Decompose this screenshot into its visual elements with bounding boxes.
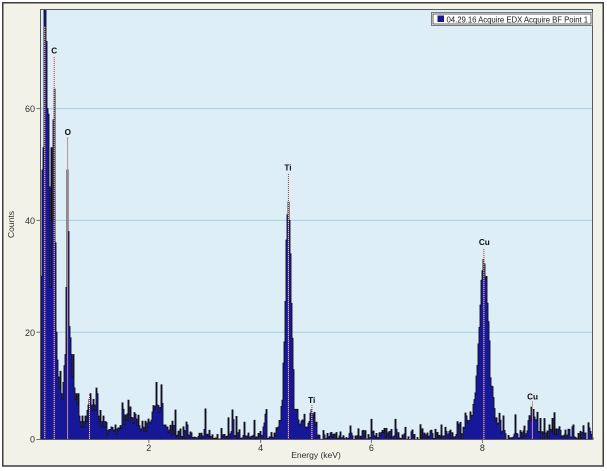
svg-text:20: 20	[25, 328, 35, 338]
svg-text:Ti: Ti	[308, 396, 315, 405]
svg-text:6: 6	[369, 443, 374, 453]
svg-text:40: 40	[25, 216, 35, 226]
svg-text:0: 0	[30, 435, 35, 445]
svg-text:Energy (keV): Energy (keV)	[291, 450, 341, 460]
svg-text:Cu: Cu	[527, 393, 538, 402]
svg-text:O: O	[65, 128, 72, 137]
svg-text:4: 4	[258, 443, 263, 453]
svg-text:04.29.16 Acquire EDX Acquire B: 04.29.16 Acquire EDX Acquire BF Point 1	[447, 16, 589, 25]
svg-text:Cu: Cu	[479, 238, 490, 247]
svg-text:60: 60	[25, 104, 35, 114]
svg-text:2: 2	[146, 443, 151, 453]
svg-text:8: 8	[480, 443, 485, 453]
svg-text:Counts: Counts	[6, 211, 16, 238]
svg-text:C: C	[51, 47, 57, 56]
svg-text:Ti: Ti	[284, 164, 291, 173]
